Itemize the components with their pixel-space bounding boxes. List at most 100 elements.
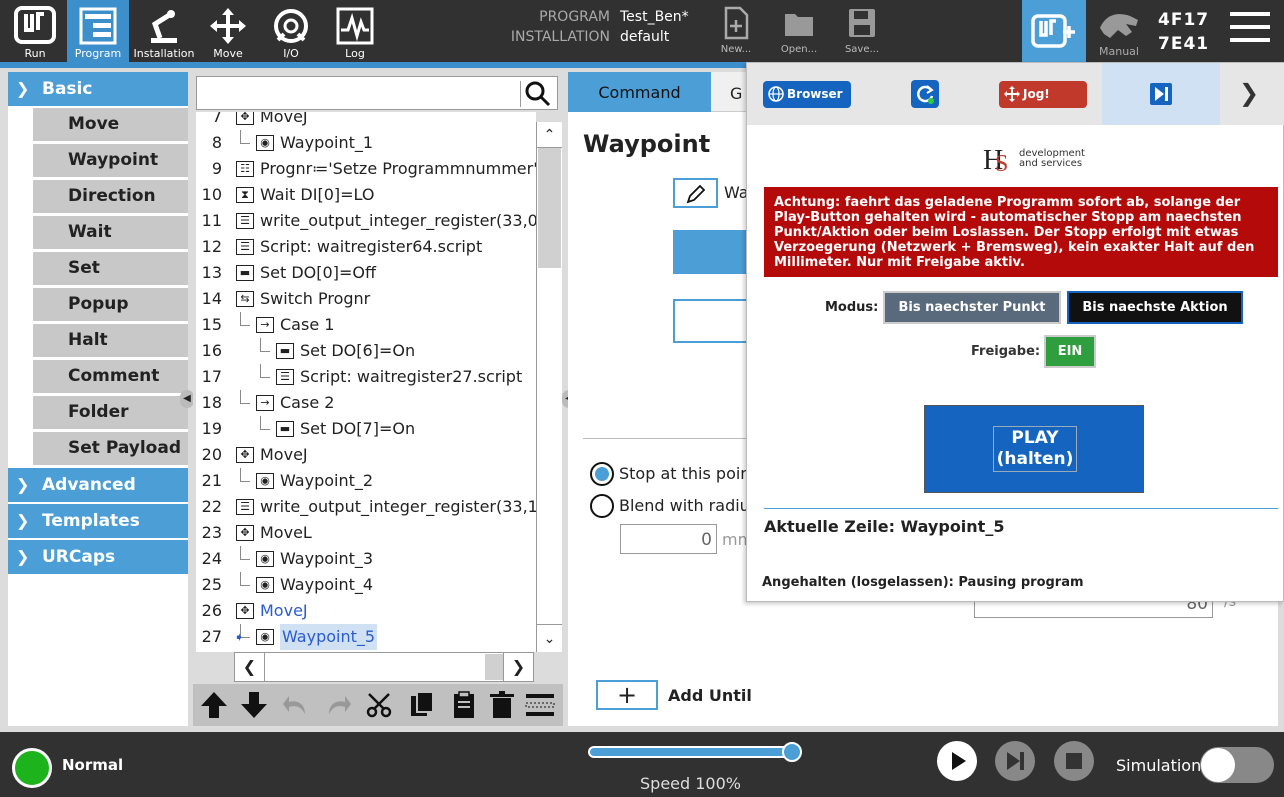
node-set-payload[interactable]: Set Payload <box>33 432 188 465</box>
rename-button[interactable] <box>673 178 718 208</box>
scroll-down-icon[interactable]: ⌄ <box>537 624 562 652</box>
tree-vertical-scrollbar[interactable]: ⌃ ⌄ <box>536 122 562 652</box>
move-here-button[interactable] <box>673 299 753 343</box>
paste-icon[interactable] <box>449 690 479 720</box>
speed-slider-knob[interactable] <box>782 742 802 762</box>
manual-mode-indicator[interactable]: Manual <box>1092 6 1146 62</box>
script-node-icon: ☰ <box>236 213 254 229</box>
tab-run[interactable]: Run <box>3 0 67 62</box>
case-node-icon: → <box>256 317 274 333</box>
set-waypoint-button[interactable] <box>673 230 753 274</box>
collapse-left-handle[interactable]: ◀ <box>180 390 194 408</box>
play-button[interactable] <box>937 741 977 781</box>
tree-row[interactable]: 20 ✥ MoveJ <box>196 442 536 468</box>
node-comment[interactable]: Comment <box>33 360 188 393</box>
node-folder[interactable]: Folder <box>33 396 188 429</box>
suppress-icon[interactable] <box>524 690 556 720</box>
play-hold-button[interactable]: PLAY (halten) <box>924 405 1144 493</box>
mode-next-action-button[interactable]: Bis naechste Aktion <box>1067 291 1243 324</box>
tree-row[interactable]: 11 ☰ write_output_integer_register(33,0) <box>196 208 536 234</box>
hamburger-menu-icon[interactable] <box>1230 12 1270 46</box>
category-templates[interactable]: ❯ Templates <box>8 504 188 538</box>
robot-id-line2: 7E41 <box>1158 34 1210 54</box>
simulation-toggle[interactable] <box>1200 747 1274 783</box>
tree-row[interactable]: 13 ▬ Set DO[0]=Off <box>196 260 536 286</box>
waypoint-node-icon: ◉ <box>256 629 274 645</box>
tree-row[interactable]: 25 ◉ Waypoint_4 <box>196 572 536 598</box>
logo-text: development and services <box>1019 148 1085 169</box>
freigabe-toggle[interactable]: EIN <box>1044 335 1096 368</box>
node-popup[interactable]: Popup <box>33 288 188 321</box>
node-direction[interactable]: Direction <box>33 180 188 213</box>
undo-icon[interactable] <box>281 690 311 720</box>
tree-row[interactable]: 22 ☰ write_output_integer_register(33,11) <box>196 494 536 520</box>
tab-program[interactable]: Program <box>67 0 129 62</box>
tree-row[interactable]: 27 ◉ Waypoint_5 ➧ <box>196 624 536 650</box>
tree-horizontal-scrollbar[interactable]: ❮ ❯ <box>234 652 534 682</box>
add-until-button[interactable]: + <box>596 680 658 710</box>
tree-row[interactable]: 9 ☷ Prognr≔'Setze Programmnummer' <box>196 156 536 182</box>
tree-row[interactable]: 15 → Case 1 <box>196 312 536 338</box>
tab-installation[interactable]: Installation <box>133 0 195 62</box>
move-down-icon[interactable] <box>239 690 269 720</box>
robot-status-icon[interactable] <box>12 748 52 788</box>
tree-row-label: Waypoint_2 <box>280 471 374 490</box>
new-button[interactable]: New... <box>710 4 762 60</box>
redo-icon[interactable] <box>323 690 353 720</box>
category-advanced[interactable]: ❯ Advanced <box>8 468 188 502</box>
tree-row[interactable]: 8 ◉ Waypoint_1 <box>196 130 536 156</box>
open-button[interactable]: Open... <box>773 4 825 60</box>
copy-icon[interactable] <box>407 690 437 720</box>
tree-row[interactable]: 10 ⧗ Wait DI[0]=LO <box>196 182 536 208</box>
scroll-thumb[interactable] <box>538 148 561 268</box>
scroll-up-icon[interactable]: ⌃ <box>537 122 562 148</box>
tab-log[interactable]: Log <box>324 0 386 62</box>
step-button[interactable] <box>995 741 1035 781</box>
tab-graphics[interactable]: G <box>730 84 742 103</box>
speed-slider[interactable] <box>588 742 802 762</box>
node-set[interactable]: Set <box>33 252 188 285</box>
scroll-right-icon[interactable]: ❯ <box>503 653 533 681</box>
tree-row[interactable]: 21 ◉ Waypoint_2 <box>196 468 536 494</box>
blend-radius-input[interactable]: 0 <box>620 524 717 554</box>
tree-row[interactable]: 12 ☰ Script: waitregister64.script <box>196 234 536 260</box>
blend-radio[interactable] <box>590 494 614 518</box>
refresh-button[interactable] <box>911 80 939 108</box>
stop-radio[interactable] <box>590 462 614 486</box>
tree-row[interactable]: 14 ⇆ Switch Prognr <box>196 286 536 312</box>
tree-row[interactable]: 7 ✥ MoveJ <box>196 112 536 130</box>
tree-search-input[interactable] <box>196 76 558 110</box>
search-icon[interactable] <box>525 81 551 107</box>
tab-program-label: Program <box>74 47 122 60</box>
cut-icon[interactable] <box>365 690 395 720</box>
jog-button[interactable]: Jog! <box>999 81 1087 108</box>
delete-icon[interactable] <box>487 690 517 720</box>
tree-row[interactable]: 18 → Case 2 <box>196 390 536 416</box>
mode-next-point-button[interactable]: Bis naechster Punkt <box>883 291 1061 324</box>
hscroll-thumb[interactable] <box>485 654 503 680</box>
urcaps-plus-button[interactable] <box>1022 0 1086 62</box>
move-node-icon: ✥ <box>236 447 254 463</box>
tree-row[interactable]: 17 ☰ Script: waitregister27.script <box>196 364 536 390</box>
save-button[interactable]: Save... <box>836 4 888 60</box>
tab-move[interactable]: Move <box>197 0 259 62</box>
browser-button[interactable]: Browser <box>763 81 851 108</box>
step-play-tab[interactable] <box>1102 63 1220 125</box>
node-halt[interactable]: Halt <box>33 324 188 357</box>
tree-row[interactable]: 23 ✥ MoveL <box>196 520 536 546</box>
tree-row[interactable]: 26 ✥ MoveJ <box>196 598 536 624</box>
tab-command[interactable]: Command <box>568 72 711 112</box>
tree-row[interactable]: 24 ◉ Waypoint_3 <box>196 546 536 572</box>
stop-button[interactable] <box>1054 741 1094 781</box>
node-wait[interactable]: Wait <box>33 216 188 249</box>
move-up-icon[interactable] <box>199 690 229 720</box>
tree-row[interactable]: 19 ▬ Set DO[7]=On <box>196 416 536 442</box>
node-waypoint[interactable]: Waypoint <box>33 144 188 177</box>
tab-io[interactable]: I/O <box>260 0 322 62</box>
category-basic[interactable]: ❯ Basic <box>8 72 188 106</box>
chevron-right-icon[interactable]: ❯ <box>1239 79 1259 107</box>
node-move[interactable]: Move <box>33 108 188 141</box>
tree-row[interactable]: 16 ▬ Set DO[6]=On <box>196 338 536 364</box>
category-urcaps[interactable]: ❯ URCaps <box>8 540 188 574</box>
scroll-left-icon[interactable]: ❮ <box>235 653 265 681</box>
